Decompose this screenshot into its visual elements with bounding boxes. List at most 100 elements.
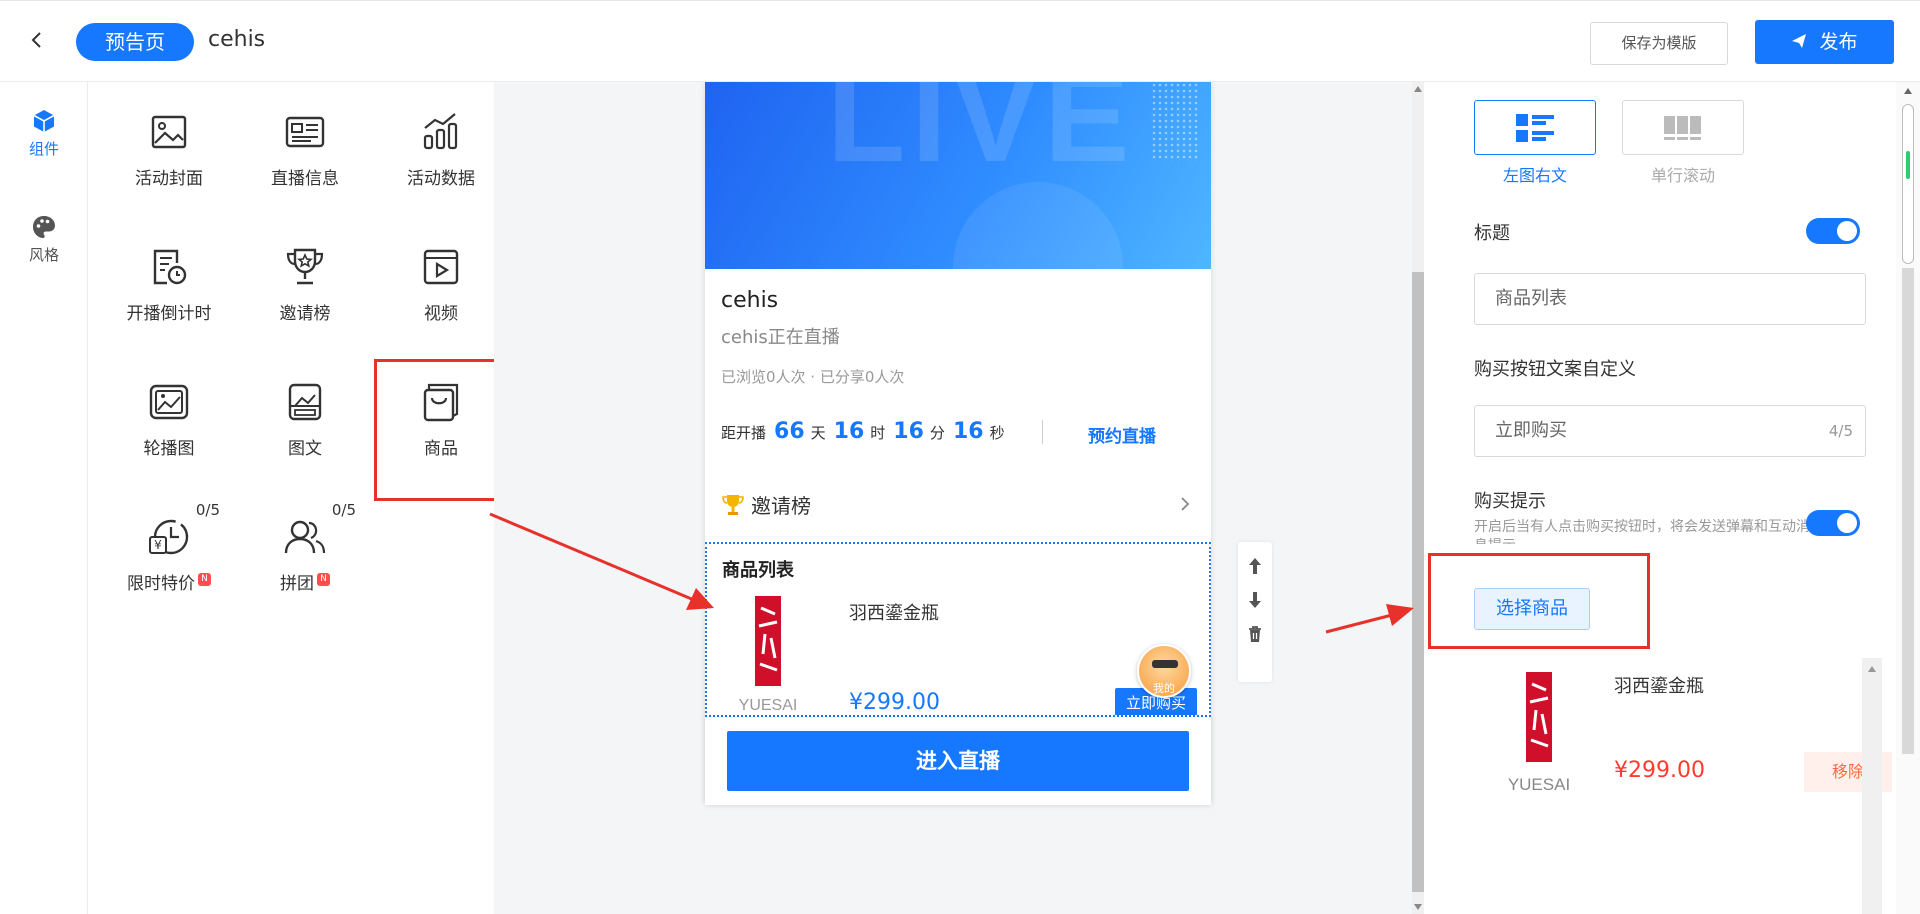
layout-label: 单行滚动 xyxy=(1650,166,1715,185)
list-layout-icon xyxy=(1516,114,1554,142)
new-badge: N xyxy=(317,573,330,586)
product-list-section[interactable]: 商品列表 YUESAI 羽西鎏金瓶 ¥299.00 立即购买 我的 xyxy=(705,542,1211,717)
component-label: 视频 xyxy=(424,304,458,324)
rail-item-label: 风格 xyxy=(28,246,59,264)
scroll-layout-icon xyxy=(1664,116,1701,140)
component-invite-rank[interactable]: 邀请榜 xyxy=(240,217,370,327)
invite-rank-row[interactable]: 邀请榜 xyxy=(721,490,1195,526)
paper-plane-icon xyxy=(1792,34,1807,48)
title-label: 标题 xyxy=(1474,223,1510,244)
buy-tip-toggle[interactable] xyxy=(1806,510,1860,536)
page-type-badge: 预告页 xyxy=(76,23,194,61)
image-icon xyxy=(151,115,187,149)
publish-label: 发布 xyxy=(1819,31,1858,53)
selected-goods-list: YUESAI 羽西鎏金瓶 ¥299.00 移除 xyxy=(1474,658,1892,914)
component-live-info[interactable]: 直播信息 xyxy=(240,82,370,192)
canvas-scrollbar-thumb[interactable] xyxy=(1412,272,1424,892)
component-label: 拼团 xyxy=(280,574,314,594)
phone-preview: LIVE cehis cehis正在直播 已浏览0人次 · 已分享0人次 距开播… xyxy=(705,82,1211,805)
rail-item-components[interactable]: 组件 xyxy=(0,108,88,159)
reserve-live-button[interactable]: 预约直播 xyxy=(1088,422,1156,447)
product-list-title: 商品列表 xyxy=(722,560,794,581)
move-up-icon[interactable] xyxy=(1245,556,1265,576)
canvas-scrollbar[interactable] xyxy=(1412,82,1424,914)
countdown-days: 66 xyxy=(774,419,805,444)
buy-text-input[interactable]: 立即购买 4/5 xyxy=(1474,405,1866,457)
annotation-highlight-select-goods xyxy=(1428,553,1650,649)
product-image: YUESAI xyxy=(1508,672,1570,794)
back-arrow-icon[interactable] xyxy=(22,25,52,55)
new-badge: N xyxy=(198,573,211,586)
preview-canvas: LIVE cehis cehis正在直播 已浏览0人次 · 已分享0人次 距开播… xyxy=(494,82,1424,914)
goods-list-scrollbar[interactable] xyxy=(1862,658,1882,914)
buy-text-value: 立即购买 xyxy=(1495,420,1567,441)
countdown-hours: 16 xyxy=(833,419,865,444)
annotation-highlight-goods xyxy=(374,359,514,501)
carousel-icon xyxy=(149,384,189,420)
component-label: 邀请榜 xyxy=(279,304,331,324)
chart-icon xyxy=(423,113,458,150)
title-input[interactable]: 商品列表 xyxy=(1474,273,1866,325)
avatar-glasses xyxy=(1152,660,1178,668)
countdown-hours-unit: 时 xyxy=(870,424,886,442)
group-icon xyxy=(284,520,326,554)
countdown: 距开播 66 天 16 时 16 分 16 秒 xyxy=(721,419,1005,444)
usage-count: 0/5 xyxy=(331,501,356,519)
product-image: YUESAI xyxy=(739,596,798,714)
component-label: 轮播图 xyxy=(143,439,195,459)
banner-dots xyxy=(1151,82,1199,162)
component-label: 限时特价 xyxy=(127,574,195,594)
product-name: 羽西鎏金瓶 xyxy=(849,603,939,624)
save-template-button[interactable]: 保存为模版 xyxy=(1590,22,1728,65)
component-group-buy[interactable]: 0/5 拼团 N xyxy=(240,487,370,597)
page-scrollbar[interactable] xyxy=(1896,82,1920,914)
brand-text: YUESAI xyxy=(1508,775,1570,794)
svg-text:¥: ¥ xyxy=(154,538,162,552)
bottom-bar: 进入直播 xyxy=(705,718,1211,805)
chevron-right-icon xyxy=(1181,497,1190,511)
countdown-prefix: 距开播 xyxy=(721,424,767,442)
left-rail: 组件 风格 xyxy=(0,82,88,914)
component-label: 开播倒计时 xyxy=(126,304,212,324)
component-cover[interactable]: 活动封面 xyxy=(104,82,234,192)
news-icon xyxy=(285,116,325,148)
enter-live-button[interactable]: 进入直播 xyxy=(727,731,1189,791)
delete-icon[interactable] xyxy=(1245,624,1265,644)
scroll-up-arrow[interactable] xyxy=(1868,666,1876,672)
component-flash-sale[interactable]: 0/5 ¥ 限时特价 N xyxy=(104,487,234,597)
video-icon xyxy=(423,249,459,285)
scroll-up-arrow[interactable] xyxy=(1414,86,1422,92)
scroll-down-arrow[interactable] xyxy=(1414,904,1422,910)
component-countdown[interactable]: 开播倒计时 xyxy=(104,217,234,327)
move-down-icon[interactable] xyxy=(1245,590,1265,610)
layout-single-row-scroll[interactable] xyxy=(1622,100,1744,155)
cover-banner[interactable]: LIVE xyxy=(705,82,1211,269)
countdown-divider xyxy=(1042,420,1043,444)
component-label: 直播信息 xyxy=(271,169,339,189)
component-carousel[interactable]: 轮播图 xyxy=(104,352,234,462)
page-scrollbar-thumb[interactable] xyxy=(1902,104,1914,264)
goods-name: 羽西鎏金瓶 xyxy=(1614,676,1704,697)
page-scrollbar-track xyxy=(1902,268,1914,754)
live-stats: 已浏览0人次 · 已分享0人次 xyxy=(721,368,905,386)
rail-item-style[interactable]: 风格 xyxy=(0,214,88,265)
countdown-minutes-unit: 分 xyxy=(929,424,945,442)
settings-panel: 左图右文 单行滚动 标题 商品列表 购买按钮文案自定义 立即购买 4/5 购买提… xyxy=(1424,82,1906,914)
layout-left-image-right-text[interactable] xyxy=(1474,100,1596,155)
invite-rank-label: 邀请榜 xyxy=(751,494,811,518)
rail-item-label: 组件 xyxy=(28,140,59,158)
publish-button[interactable]: 发布 xyxy=(1755,20,1894,64)
component-picture-text[interactable]: 图文 xyxy=(240,352,370,462)
component-activity-data[interactable]: 活动数据 xyxy=(376,82,506,192)
title-toggle[interactable] xyxy=(1806,218,1860,244)
component-label: 活动封面 xyxy=(135,169,203,189)
scroll-up-arrow[interactable] xyxy=(1904,88,1912,94)
usage-count: 0/5 xyxy=(195,501,220,519)
mine-avatar-bubble[interactable]: 我的 xyxy=(1137,644,1191,698)
picture-text-icon xyxy=(288,383,322,421)
trophy-icon xyxy=(722,495,744,515)
banner-decoration xyxy=(953,182,1123,269)
component-video[interactable]: 视频 xyxy=(376,217,506,327)
brand-text: YUESAI xyxy=(739,697,798,714)
countdown-minutes: 16 xyxy=(893,419,924,444)
